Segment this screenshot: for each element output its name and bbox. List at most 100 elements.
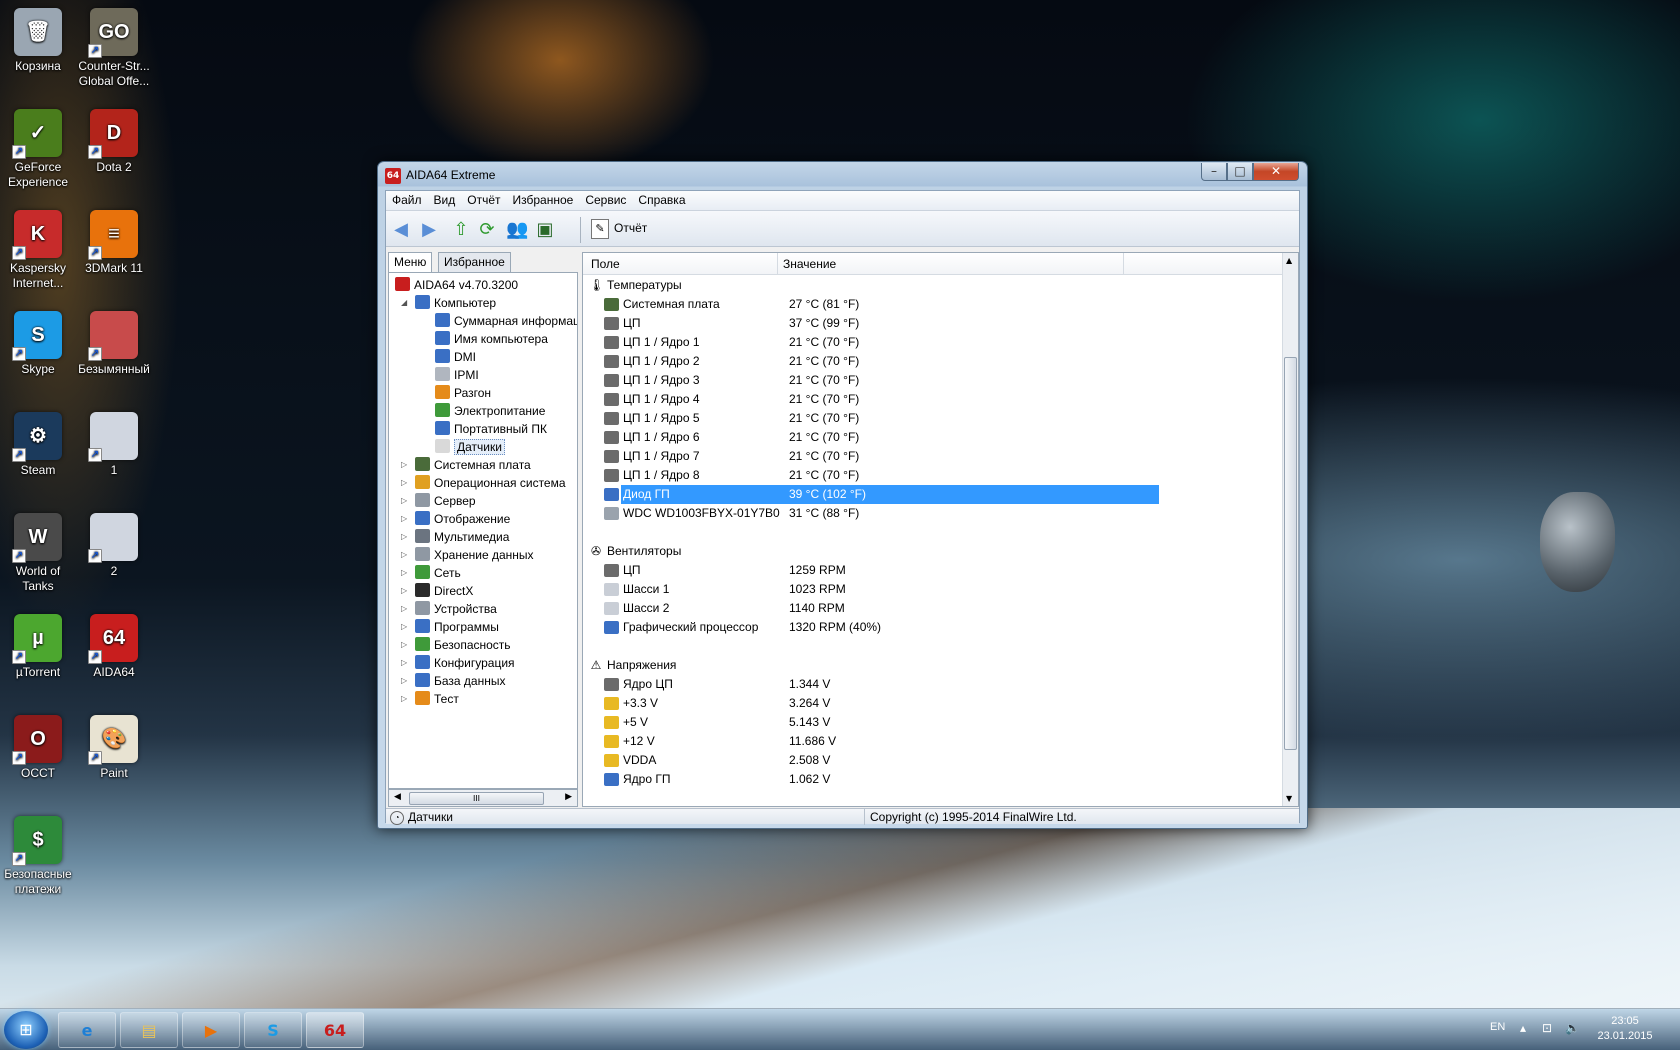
- tree-node[interactable]: ▷ Конфигурация: [401, 654, 515, 672]
- tree-horizontal-scrollbar[interactable]: ◀ III ▶: [388, 789, 578, 807]
- scroll-right-arrow-icon[interactable]: ▶: [565, 792, 572, 802]
- column-header-field[interactable]: Поле: [591, 257, 620, 271]
- desktop-shortcut[interactable]: 64 ↗ AIDA64: [76, 614, 152, 680]
- tree-node[interactable]: Датчики: [435, 438, 505, 456]
- list-vertical-scrollbar[interactable]: ▲ ▼: [1282, 253, 1298, 806]
- maximize-button[interactable]: □: [1227, 163, 1253, 181]
- menu-view[interactable]: Вид: [428, 191, 462, 209]
- tree-expander-icon[interactable]: ▷: [401, 510, 407, 528]
- desktop-shortcut[interactable]: K ↗ Kaspersky Internet...: [0, 210, 76, 291]
- sensor-row[interactable]: Системная плата 27 °C (81 °F): [583, 295, 1283, 314]
- tree-node[interactable]: ▷ Мультимедиа: [401, 528, 509, 546]
- column-divider[interactable]: [1123, 253, 1124, 275]
- tree-expander-icon[interactable]: ▷: [401, 492, 407, 510]
- tree-node[interactable]: ▷ Безопасность: [401, 636, 511, 654]
- sensor-row[interactable]: WDC WD1003FBYX-01Y7B0 31 °C (88 °F): [583, 504, 1283, 523]
- desktop-shortcut[interactable]: 🗑 Корзина: [0, 8, 76, 74]
- sensor-row[interactable]: ЦП 1259 RPM: [583, 561, 1283, 580]
- scroll-up-arrow-icon[interactable]: ▲: [1286, 256, 1292, 265]
- menu-help[interactable]: Справка: [632, 191, 691, 209]
- menu-file[interactable]: Файл: [386, 191, 428, 209]
- sensor-row[interactable]: ЦП 1 / Ядро 7 21 °C (70 °F): [583, 447, 1283, 466]
- tray-clock[interactable]: 23:05 23.01.2015: [1590, 1014, 1660, 1044]
- scroll-down-arrow-icon[interactable]: ▼: [1286, 794, 1292, 803]
- tree-expander-icon[interactable]: ▷: [401, 528, 407, 546]
- sensor-row[interactable]: ЦП 1 / Ядро 1 21 °C (70 °F): [583, 333, 1283, 352]
- tree-node[interactable]: ▷ DirectX: [401, 582, 473, 600]
- sensor-row[interactable]: Графический процессор 1320 RPM (40%): [583, 618, 1283, 637]
- tab-favorites[interactable]: Избранное: [438, 252, 511, 272]
- tree-expander-icon[interactable]: ▷: [401, 456, 407, 474]
- desktop-shortcut[interactable]: 🎨 ↗ Paint: [76, 715, 152, 781]
- tree-node[interactable]: Суммарная информация: [435, 312, 577, 330]
- sensor-row[interactable]: +3.3 V 3.264 V: [583, 694, 1283, 713]
- sensor-group-header[interactable]: ⚠ Напряжения: [583, 656, 1283, 675]
- desktop-shortcut[interactable]: ⚙ ↗ Steam: [0, 412, 76, 478]
- sensor-row[interactable]: VDDA 2.508 V: [583, 751, 1283, 770]
- tree-expander-icon[interactable]: ▷: [401, 672, 407, 690]
- sensor-row[interactable]: ЦП 37 °C (99 °F): [583, 314, 1283, 333]
- sensor-row[interactable]: ЦП 1 / Ядро 6 21 °C (70 °F): [583, 428, 1283, 447]
- report-button[interactable]: ✎ Отчёт: [588, 217, 651, 241]
- desktop-shortcut[interactable]: D ↗ Dota 2: [76, 109, 152, 175]
- sensor-row[interactable]: ЦП 1 / Ядро 3 21 °C (70 °F): [583, 371, 1283, 390]
- tree-node[interactable]: ▷ Операционная система: [401, 474, 566, 492]
- tree-node[interactable]: DMI: [435, 348, 476, 366]
- tree-expander-icon[interactable]: ▷: [401, 582, 407, 600]
- sensor-row[interactable]: ЦП 1 / Ядро 2 21 °C (70 °F): [583, 352, 1283, 371]
- tree-node[interactable]: ▷ Отображение: [401, 510, 510, 528]
- sensor-row[interactable]: ЦП 1 / Ядро 8 21 °C (70 °F): [583, 466, 1283, 485]
- back-arrow-icon[interactable]: ◀: [390, 219, 412, 241]
- taskbar-button-ie[interactable]: e: [58, 1012, 116, 1048]
- start-button[interactable]: ⊞: [4, 1011, 48, 1049]
- tree-node[interactable]: Портативный ПК: [435, 420, 547, 438]
- menu-favorites[interactable]: Избранное: [507, 191, 580, 209]
- taskbar-button-skype[interactable]: S: [244, 1012, 302, 1048]
- show-hidden-icons-icon[interactable]: ▴: [1520, 1021, 1526, 1035]
- tree-expander-icon[interactable]: ▷: [401, 564, 407, 582]
- sensor-list-view[interactable]: Поле Значение 🌡 Температуры Системная плат…: [582, 252, 1299, 807]
- sensor-group-header[interactable]: ✇ Вентиляторы: [583, 542, 1283, 561]
- tree-expander-icon[interactable]: ▷: [401, 636, 407, 654]
- sensor-row[interactable]: Ядро ГП 1.062 V: [583, 770, 1283, 789]
- taskbar-button-explorer[interactable]: ▤: [120, 1012, 178, 1048]
- desktop-shortcut[interactable]: ≡ ↗ 3DMark 11: [76, 210, 152, 276]
- users-icon[interactable]: 👥: [506, 219, 528, 241]
- tree-node[interactable]: ▷ Сервер: [401, 492, 476, 510]
- column-header-value[interactable]: Значение: [783, 257, 836, 271]
- tree-node[interactable]: ▷ Программы: [401, 618, 499, 636]
- window-titlebar[interactable]: 64 AIDA64 Extreme – □ ✕: [378, 162, 1307, 188]
- sensor-row[interactable]: Шасси 2 1140 RPM: [583, 599, 1283, 618]
- sensor-row[interactable]: Шасси 1 1023 RPM: [583, 580, 1283, 599]
- tree-node[interactable]: IPMI: [435, 366, 479, 384]
- sensor-row[interactable]: Диод ГП 39 °C (102 °F): [583, 485, 1283, 504]
- tree-node[interactable]: ▷ Системная плата: [401, 456, 531, 474]
- desktop-shortcut[interactable]: W ↗ World of Tanks: [0, 513, 76, 594]
- desktop-shortcut[interactable]: ↗ 1: [76, 412, 152, 478]
- tree-expander-icon[interactable]: ▷: [401, 618, 407, 636]
- tree-expander-icon[interactable]: ▷: [401, 654, 407, 672]
- desktop-shortcut[interactable]: O ↗ OCCT: [0, 715, 76, 781]
- navigation-tree[interactable]: AIDA64 v4.70.3200 ◢ Компьютер Суммарная инф…: [388, 272, 578, 789]
- volume-icon[interactable]: 🔈: [1565, 1021, 1580, 1035]
- tree-node[interactable]: ◢ Компьютер: [401, 294, 496, 312]
- tree-node[interactable]: Электропитание: [435, 402, 545, 420]
- tree-node[interactable]: ▷ Тест: [401, 690, 459, 708]
- tree-node[interactable]: Имя компьютера: [435, 330, 548, 348]
- forward-arrow-icon[interactable]: ▶: [418, 219, 440, 241]
- taskbar-button-media-player[interactable]: ▶: [182, 1012, 240, 1048]
- sensor-row[interactable]: +12 V 11.686 V: [583, 732, 1283, 751]
- sensor-row[interactable]: ЦП 1 / Ядро 5 21 °C (70 °F): [583, 409, 1283, 428]
- tree-node[interactable]: ▷ База данных: [401, 672, 505, 690]
- tree-node[interactable]: ▷ Устройства: [401, 600, 497, 618]
- up-arrow-icon[interactable]: ⇧: [450, 219, 472, 241]
- desktop-shortcut[interactable]: GO ↗ Counter-Str... Global Offe...: [76, 8, 152, 89]
- tree-node[interactable]: ▷ Хранение данных: [401, 546, 534, 564]
- sensor-row[interactable]: +5 V 5.143 V: [583, 713, 1283, 732]
- close-button[interactable]: ✕: [1253, 163, 1299, 181]
- desktop-shortcut[interactable]: ✓ ↗ GeForce Experience: [0, 109, 76, 190]
- desktop-shortcut[interactable]: ↗ Безымянный: [76, 311, 152, 377]
- language-indicator[interactable]: EN: [1490, 1021, 1505, 1033]
- tree-expander-icon[interactable]: ▷: [401, 600, 407, 618]
- tab-menu[interactable]: Меню: [388, 252, 433, 273]
